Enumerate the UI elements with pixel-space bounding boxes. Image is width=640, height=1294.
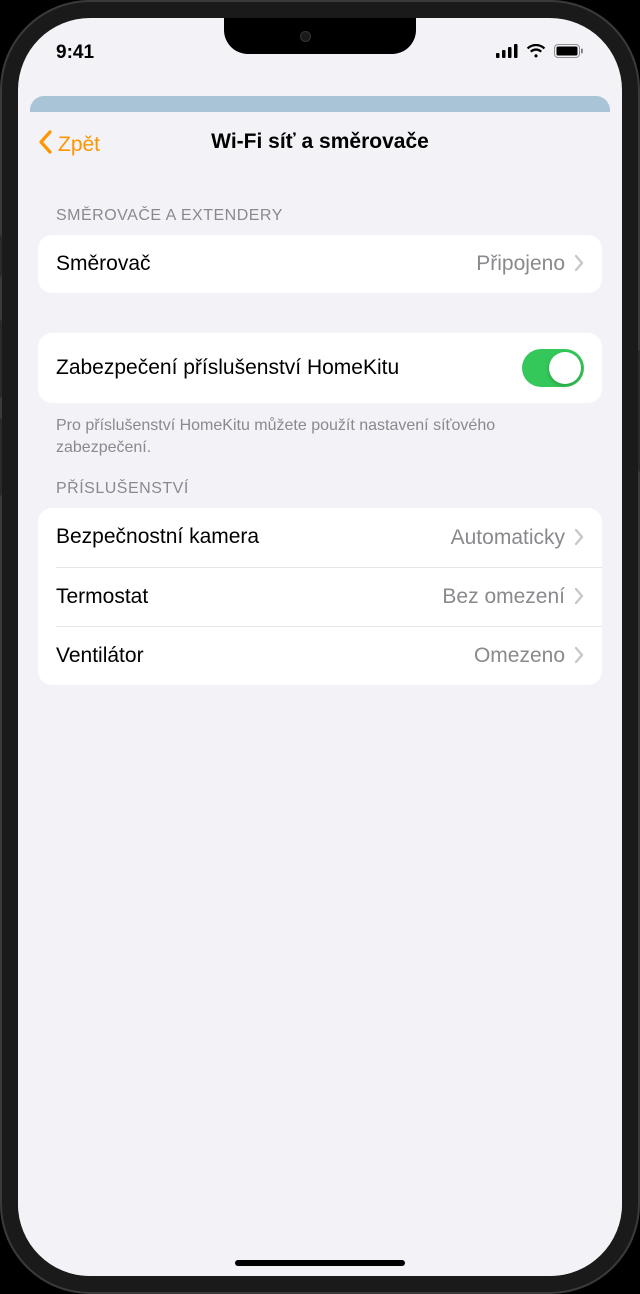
home-indicator[interactable] bbox=[235, 1260, 405, 1266]
router-status: Připojeno bbox=[476, 252, 565, 276]
routers-card: Směrovač Připojeno bbox=[38, 235, 602, 293]
security-toggle[interactable] bbox=[522, 349, 584, 387]
mute-switch bbox=[0, 235, 2, 277]
phone-frame: 9:41 Zpět bbox=[0, 0, 640, 1294]
accessory-label: Bezpečnostní kamera bbox=[56, 524, 451, 550]
chevron-right-icon bbox=[575, 251, 584, 277]
router-row[interactable]: Směrovač Připojeno bbox=[38, 235, 602, 293]
section-header-accessories: PŘÍSLUŠENSTVÍ bbox=[38, 458, 602, 508]
page-title: Wi-Fi síť a směrovače bbox=[211, 130, 429, 154]
main-sheet: Zpět Wi-Fi síť a směrovače SMĚROVAČE A E… bbox=[18, 112, 622, 1276]
accessory-detail: Omezeno bbox=[474, 644, 565, 668]
back-button[interactable]: Zpět bbox=[38, 130, 100, 159]
security-card: Zabezpečení příslušenství HomeKitu bbox=[38, 333, 602, 403]
volume-down-button bbox=[0, 418, 2, 496]
accessory-row-fan[interactable]: Ventilátor Omezeno bbox=[56, 626, 602, 685]
volume-up-button bbox=[0, 320, 2, 398]
notch bbox=[224, 18, 416, 54]
status-indicators bbox=[496, 42, 584, 64]
security-toggle-label: Zabezpečení příslušenství HomeKitu bbox=[56, 355, 522, 381]
accessory-label: Termostat bbox=[56, 584, 442, 610]
content: SMĚROVAČE A EXTENDERY Směrovač Připojeno… bbox=[18, 171, 622, 685]
wifi-icon bbox=[526, 42, 546, 64]
chevron-right-icon bbox=[575, 643, 584, 669]
accessory-detail: Automaticky bbox=[451, 526, 565, 550]
accessories-card: Bezpečnostní kamera Automaticky Termosta… bbox=[38, 508, 602, 685]
cellular-signal-icon bbox=[496, 42, 518, 64]
back-label: Zpět bbox=[58, 133, 100, 157]
security-footer: Pro příslušenství HomeKitu můžete použít… bbox=[38, 403, 602, 458]
chevron-back-icon bbox=[38, 130, 52, 159]
accessory-row-camera[interactable]: Bezpečnostní kamera Automaticky bbox=[38, 508, 602, 566]
battery-icon bbox=[554, 42, 584, 64]
router-label: Směrovač bbox=[56, 251, 476, 277]
accessory-detail: Bez omezení bbox=[442, 585, 565, 609]
navigation-bar: Zpět Wi-Fi síť a směrovače bbox=[18, 112, 622, 171]
chevron-right-icon bbox=[575, 584, 584, 610]
section-header-routers: SMĚROVAČE A EXTENDERY bbox=[38, 171, 602, 235]
accessory-row-thermostat[interactable]: Termostat Bez omezení bbox=[56, 567, 602, 626]
chevron-right-icon bbox=[575, 525, 584, 551]
accessory-label: Ventilátor bbox=[56, 643, 474, 669]
status-time: 9:41 bbox=[56, 42, 94, 64]
security-toggle-row[interactable]: Zabezpečení příslušenství HomeKitu bbox=[38, 333, 602, 403]
phone-screen: 9:41 Zpět bbox=[18, 18, 622, 1276]
